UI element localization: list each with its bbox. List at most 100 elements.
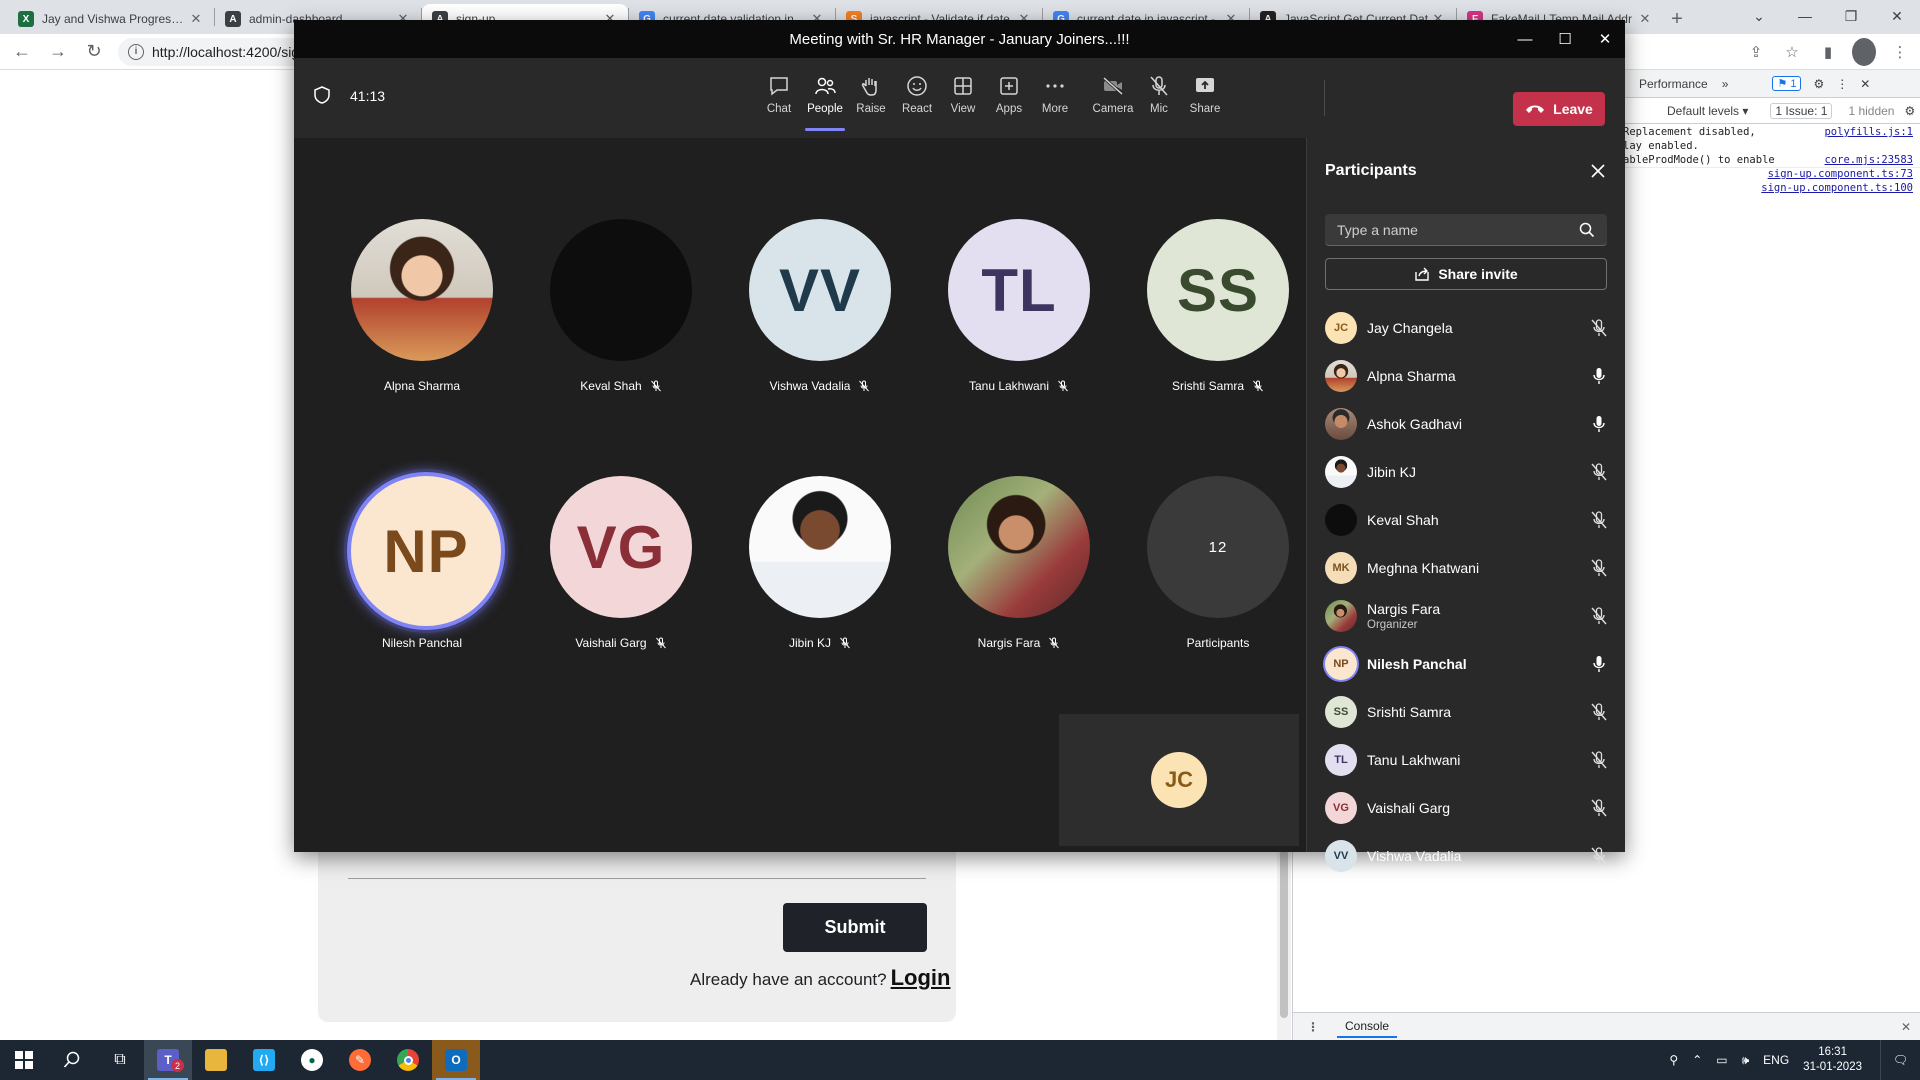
drawer-tab-console[interactable]: Console [1337, 1015, 1398, 1038]
participant-list-item[interactable]: Jibin KJ [1325, 448, 1615, 496]
issues-badge[interactable]: ⚑ 1 [1772, 76, 1802, 91]
submit-button[interactable]: Submit [783, 903, 927, 952]
participant-tile[interactable]: Nargis Fara [926, 476, 1106, 666]
leave-button[interactable]: Leave [1513, 92, 1605, 126]
mic-muted-icon[interactable] [1589, 510, 1609, 530]
console-source-link[interactable]: sign-up.component.ts:100 [1761, 182, 1913, 194]
participant-list-item[interactable]: JC Jay Changela [1325, 304, 1615, 352]
taskbar-teams[interactable]: T 2 [144, 1040, 192, 1080]
participant-search-input[interactable] [1337, 221, 1579, 238]
participant-tile[interactable]: VV Vishwa Vadalia [727, 219, 907, 409]
page-scrollbar[interactable] [1277, 850, 1291, 1040]
minimize-button[interactable]: — [1782, 0, 1828, 32]
mic-muted-icon[interactable] [1589, 462, 1609, 482]
restore-button[interactable]: ❐ [1828, 0, 1874, 32]
participant-list-item[interactable]: MK Meghna Khatwani [1325, 544, 1615, 592]
meeting-close-button[interactable]: ✕ [1585, 20, 1625, 58]
participants-overflow-tile[interactable]: 12 Participants [1125, 476, 1305, 666]
issues-counter[interactable]: 1 Issue: 1 [1770, 102, 1833, 119]
tab-search-icon[interactable]: ⌄ [1736, 0, 1782, 32]
participant-search[interactable] [1325, 214, 1607, 246]
network-icon[interactable]: ▭ [1716, 1053, 1727, 1067]
mic-muted-icon[interactable] [1589, 750, 1609, 770]
console-source-link[interactable]: polyfills.js:1 [1824, 126, 1913, 138]
tab-close-icon[interactable]: ✕ [1637, 11, 1653, 27]
bookmark-star-icon[interactable]: ☆ [1780, 38, 1804, 66]
close-panel-icon[interactable] [1589, 162, 1607, 180]
participant-tile[interactable]: SS Srishti Samra [1125, 219, 1305, 409]
console-source-link[interactable]: core.mjs:23583 [1824, 154, 1913, 166]
taskbar-chrome[interactable] [384, 1040, 432, 1080]
volume-icon[interactable]: 🕪 [1742, 1053, 1750, 1068]
participant-tile[interactable]: VG Vaishali Garg [528, 476, 708, 666]
notification-center-button[interactable]: 🗨 [1880, 1040, 1920, 1080]
site-info-icon[interactable]: i [128, 43, 144, 60]
participant-list-item[interactable]: SS Srishti Samra [1325, 688, 1615, 736]
participant-list-item[interactable]: NP Nilesh Panchal [1325, 640, 1615, 688]
back-button[interactable]: ← [8, 38, 36, 66]
drawer-close-icon[interactable]: ✕ [1901, 1020, 1911, 1034]
participant-list-item[interactable]: Ashok Gadhavi [1325, 400, 1615, 448]
devtools-menu-icon[interactable]: ⋮ [1836, 77, 1848, 91]
mic-muted-icon[interactable] [1589, 318, 1609, 338]
participant-list-item[interactable]: Alpna Sharma [1325, 352, 1615, 400]
taskbar-compass[interactable]: ● [288, 1040, 336, 1080]
chevron-up-icon[interactable]: ⌃ [1692, 1053, 1702, 1067]
toolbar-share-button[interactable]: Share [1177, 68, 1233, 128]
share-invite-button[interactable]: Share invite [1325, 258, 1607, 290]
meeting-maximize-button[interactable]: ☐ [1545, 20, 1585, 58]
participant-list-item[interactable]: VV Vishwa Vadalia [1325, 832, 1615, 880]
taskbar-vscode[interactable]: ⟨⟩ [240, 1040, 288, 1080]
task-view-button[interactable]: ⧉ [96, 1040, 144, 1080]
mic-on-icon[interactable] [1589, 414, 1609, 434]
close-window-button[interactable]: ✕ [1874, 0, 1920, 32]
share-page-icon[interactable]: ⇪ [1744, 38, 1768, 66]
browser-tab[interactable]: X Jay and Vishwa Progress.xl ✕ [8, 4, 214, 34]
toolbar-more-button[interactable]: More [1027, 68, 1083, 128]
meeting-minimize-button[interactable]: — [1505, 20, 1545, 58]
mic-muted-icon[interactable] [1589, 702, 1609, 722]
mic-on-icon[interactable] [1589, 654, 1609, 674]
participant-tile[interactable]: TL Tanu Lakhwani [926, 219, 1106, 409]
tab-close-icon[interactable]: ✕ [188, 11, 204, 27]
language-indicator[interactable]: ENG [1763, 1053, 1789, 1067]
devtools-settings-icon[interactable]: ⚙ [1813, 77, 1824, 91]
profile-avatar[interactable] [1852, 38, 1876, 66]
self-preview[interactable]: JC [1059, 714, 1299, 846]
taskbar-postman[interactable]: ✎ [336, 1040, 384, 1080]
participant-tile[interactable]: Jibin KJ [727, 476, 907, 666]
browser-menu-icon[interactable]: ⋮ [1888, 38, 1912, 66]
mic-muted-icon[interactable] [1589, 846, 1609, 866]
reload-button[interactable]: ↻ [80, 38, 108, 66]
participant-list-item[interactable]: Keval Shah [1325, 496, 1615, 544]
participant-tile[interactable]: Keval Shah [528, 219, 708, 409]
participant-tile[interactable]: NP Nilesh Panchal [329, 472, 509, 666]
participant-list-item[interactable]: TL Tanu Lakhwani [1325, 736, 1615, 784]
start-button[interactable] [0, 1040, 48, 1080]
clock[interactable]: 16:31 31-01-2023 [1803, 1045, 1862, 1075]
people-tray-icon[interactable]: ⚲ [1669, 1053, 1678, 1067]
devtools-close-icon[interactable]: ✕ [1860, 77, 1870, 91]
mic-on-icon[interactable] [1589, 366, 1609, 386]
devtools-tab-performance[interactable]: Performance [1639, 77, 1708, 91]
mic-muted-icon[interactable] [1589, 606, 1609, 626]
search-button[interactable] [48, 1040, 96, 1080]
console-settings-icon[interactable]: ⚙ [1904, 104, 1915, 118]
search-icon[interactable] [1579, 222, 1595, 238]
forward-button[interactable]: → [44, 38, 72, 66]
mic-muted-icon[interactable] [1589, 558, 1609, 578]
participant-list-item[interactable]: VG Vaishali Garg [1325, 784, 1615, 832]
taskbar-file-explorer[interactable] [192, 1040, 240, 1080]
drawer-menu-icon[interactable]: ⋮ [1307, 1020, 1319, 1034]
log-levels-select[interactable]: Default levels ▾ [1667, 104, 1748, 118]
participant-tile[interactable]: Alpna Sharma [329, 219, 509, 409]
mic-muted-icon[interactable] [1589, 798, 1609, 818]
console-source-link[interactable]: sign-up.component.ts:73 [1768, 168, 1913, 180]
side-panel-icon[interactable]: ▮ [1816, 38, 1840, 66]
more-tabs-icon[interactable]: » [1722, 77, 1729, 91]
taskbar-outlook[interactable]: O [432, 1040, 480, 1080]
participant-list-item[interactable]: Nargis Fara Organizer [1325, 592, 1615, 640]
new-tab-button[interactable]: + [1663, 4, 1691, 34]
login-link[interactable]: Login [891, 965, 951, 991]
scrollbar-thumb[interactable] [1280, 850, 1288, 1018]
